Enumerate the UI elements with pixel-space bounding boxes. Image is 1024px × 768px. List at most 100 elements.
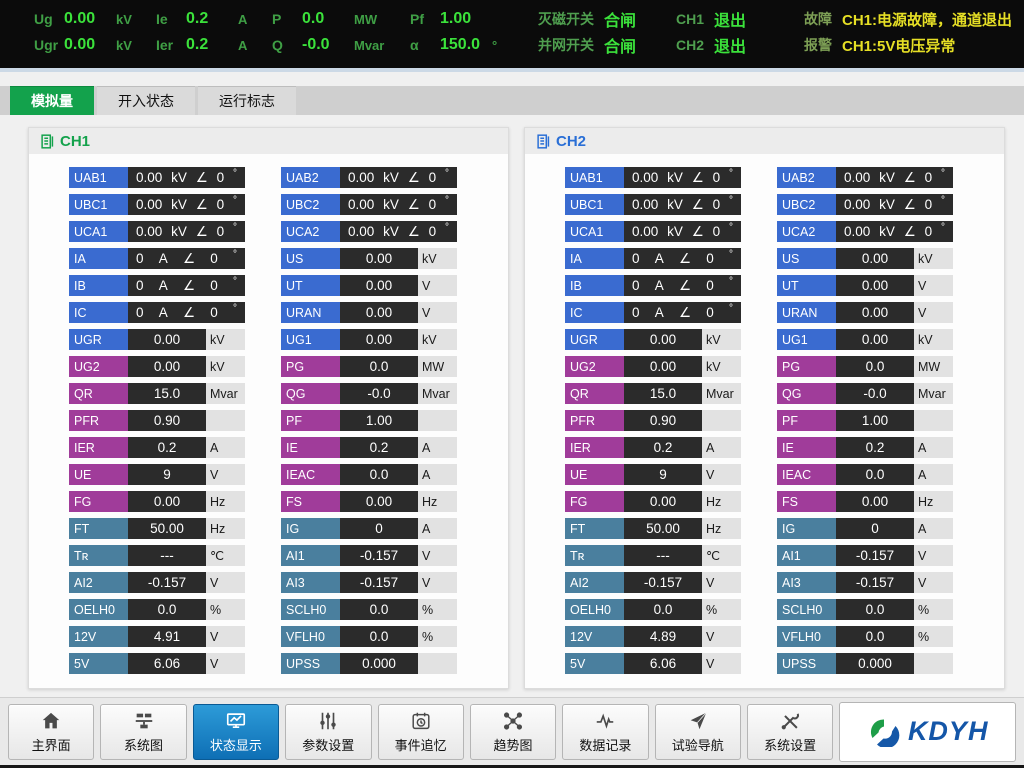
measure-label: 12V [69,626,128,647]
tab-x[interactable]: 模拟量 [10,86,94,115]
measure-value: 15.0 [128,383,206,404]
status-display-icon [225,710,247,732]
tab-strip: 模拟量开入状态运行标志 [0,86,1024,115]
measure-value: -0.157 [836,545,914,566]
measure-label: FT [565,518,624,539]
measure-value-phasor: 0.00kV∠0° [340,167,457,188]
angle-symbol: ∠ [692,170,704,186]
toolbar-button-x[interactable]: 系统设置 [747,704,833,760]
toolbar-button-x[interactable]: 系统图 [100,704,186,760]
measure-value: 0.00 [624,329,702,350]
measure-row-ier: IER0.2A [565,437,741,458]
measure-row-ai3: AI3-0.157V [281,572,457,593]
measure-unit: A [914,518,953,539]
measure-row-ai2: AI2-0.157V [69,572,245,593]
metric-pf: Pf1.00 [410,10,538,28]
measure-label: UG2 [565,356,624,377]
measure-value: 0.0 [836,356,914,377]
metric-unit: MW [354,12,377,27]
toolbar-button-x[interactable]: 状态显示 [193,704,279,760]
measure-value: 1.00 [836,410,914,431]
degree-symbol: ° [233,222,237,233]
phasor-unit: kV [171,197,187,212]
measure-label: PG [777,356,836,377]
measure-label: UCA2 [777,221,836,242]
toolbar-button-x[interactable]: 主界面 [8,704,94,760]
toolbar-button-x[interactable]: 事件追忆 [378,704,464,760]
trend-scatter-icon [502,710,524,732]
metric-x: α150.0° [410,36,538,54]
measure-value: 0.0 [340,626,418,647]
toolbar-button-x[interactable]: 参数设置 [285,704,371,760]
alarm-text: CH1:电源故障，通道退出 [842,9,1012,30]
metric-value: -0.0 [302,36,354,54]
measure-value: 0 [340,518,418,539]
phasor-unit: A [159,251,168,266]
phasor-unit: kV [879,197,895,212]
toolbar-button-x[interactable]: 趋势图 [470,704,556,760]
alarm-message: 报警CH1:5V电压异常 [804,35,1014,56]
measure-value: 0.2 [340,437,418,458]
channel-value: 退出 [714,7,746,31]
measure-unit: kV [914,248,953,269]
measure-label: QR [565,383,624,404]
measure-label: UBC2 [281,194,340,215]
phasor-angle: 0 [706,278,714,293]
measure-value: -0.157 [836,572,914,593]
measure-value-phasor: 0.00kV∠0° [340,194,457,215]
phasor-angle: 0 [925,224,933,239]
degree-symbol: ° [941,195,945,206]
measure-value: 0.00 [836,329,914,350]
measure-value: 0.000 [340,653,418,674]
measure-value: 0.0 [340,599,418,620]
phasor-angle: 0 [210,278,218,293]
measure-row-uca1: UCA10.00kV∠0° [69,221,245,242]
switch-status: 灭磁开关合闸 [538,7,676,31]
panel-ch1: CH1UAB10.00kV∠0°UBC10.00kV∠0°UCA10.00kV∠… [28,127,509,689]
measure-unit: kV [206,356,245,377]
phasor-unit: kV [171,224,187,239]
vendor-logo: KDYH [839,702,1016,762]
measure-row-t: Tʀ---℃ [565,545,741,566]
measure-unit: V [702,626,741,647]
measure-row-fs: FS0.00Hz [281,491,457,512]
measure-value-phasor: 0.00kV∠0° [836,221,953,242]
measure-row-uran: URAN0.00V [777,302,953,323]
data-record-icon [594,710,616,732]
measure-value: 0.00 [836,491,914,512]
measure-label: AI1 [777,545,836,566]
measure-unit: % [914,599,953,620]
degree-symbol: ° [445,195,449,206]
angle-symbol: ∠ [904,224,916,240]
measure-row-ft: FT50.00Hz [565,518,741,539]
measure-value-phasor: 0.00kV∠0° [128,221,245,242]
toolbar-button-x[interactable]: 试验导航 [655,704,741,760]
measure-label: UCA1 [69,221,128,242]
measure-value: 0.00 [836,302,914,323]
measure-label: UG1 [777,329,836,350]
metric-unit: A [238,38,247,53]
toolbar-button-label: 系统图 [124,735,163,754]
degree-symbol: ° [729,195,733,206]
measure-value: 0.00 [624,356,702,377]
measure-unit: V [702,653,741,674]
measure-row-ieac: IEAC0.0A [777,464,953,485]
measure-value: 0.90 [624,410,702,431]
measure-unit: V [418,275,457,296]
phasor-angle: 0 [429,197,437,212]
phasor-angle: 0 [706,251,714,266]
angle-symbol: ∠ [679,251,691,267]
measure-label: UE [69,464,128,485]
toolbar-button-x[interactable]: 数据记录 [562,704,648,760]
measure-label: UBC1 [565,194,624,215]
measure-value: 0.0 [128,599,206,620]
measure-value: 0.00 [128,491,206,512]
measure-row-qg: QG-0.0Mvar [777,383,953,404]
measure-label: AI2 [69,572,128,593]
tab-x[interactable]: 开入状态 [97,86,195,115]
tab-x[interactable]: 运行标志 [198,86,296,115]
phasor-unit: A [159,278,168,293]
measure-row-ia: IA0A∠0° [565,248,741,269]
measure-label: 5V [565,653,624,674]
metric-label: Ugr [34,37,64,53]
